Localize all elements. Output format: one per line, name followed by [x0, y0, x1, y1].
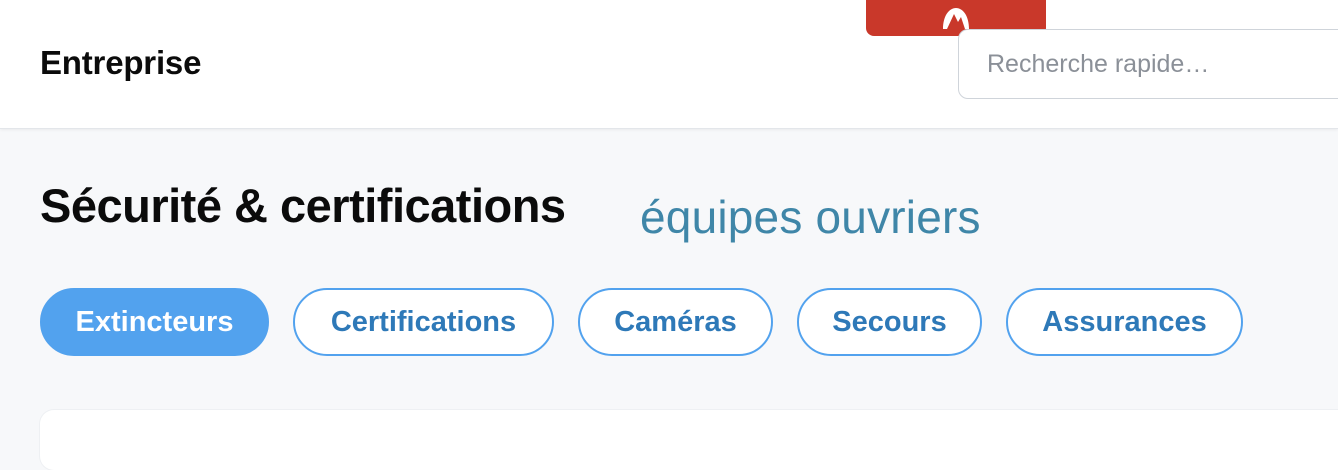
brand-title: Entreprise: [40, 44, 202, 81]
top-bar: Entreprise: [0, 0, 1338, 129]
mountain-logo-icon: [943, 8, 969, 29]
tab-certifications[interactable]: Certifications: [293, 288, 554, 356]
search-input[interactable]: [985, 33, 1329, 95]
content-card: [40, 410, 1338, 470]
page-title: Sécurité & certifications: [40, 179, 566, 232]
page-subtitle: équipes ouvriers: [640, 191, 981, 243]
tab-assurances[interactable]: Assurances: [1006, 288, 1243, 356]
search-box[interactable]: [958, 29, 1338, 99]
tab-secours[interactable]: Secours: [797, 288, 982, 356]
tab-cameras[interactable]: Caméras: [578, 288, 773, 356]
tab-extincteurs[interactable]: Extincteurs: [40, 288, 269, 356]
